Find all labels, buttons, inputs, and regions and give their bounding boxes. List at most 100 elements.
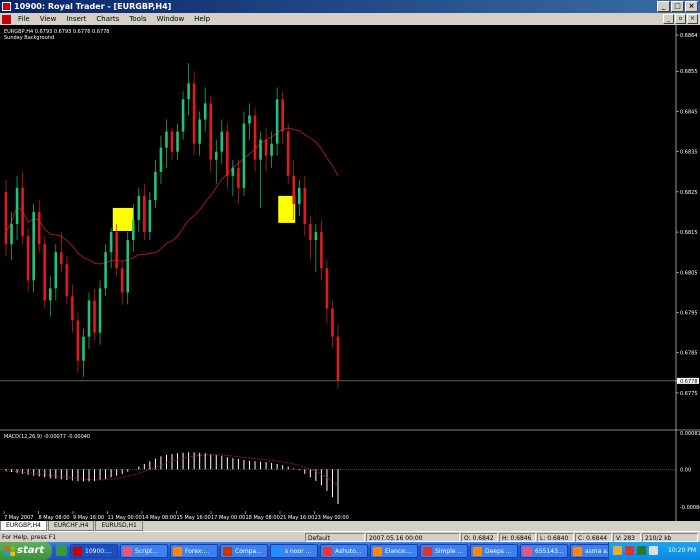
status-bar: For Help, press F1 Default 2007.05.16 00… (0, 531, 700, 542)
candle-body (32, 211, 35, 281)
candle-body (126, 240, 130, 293)
price-tick-label: 0.6835 (680, 150, 698, 156)
quicklaunch-desktop-icon[interactable] (56, 545, 67, 556)
chart-window-icon[interactable] (2, 14, 11, 24)
candle-body (159, 147, 163, 172)
taskbar-button[interactable]: Ashuto... (320, 544, 368, 558)
candle-body (54, 252, 58, 289)
candle-body (309, 224, 312, 241)
candle-body (176, 131, 179, 152)
candle-body (131, 220, 135, 241)
taskbar-app-icon (273, 547, 282, 556)
candle-body (10, 224, 13, 245)
status-time: 2007.05.16 00:00 (366, 533, 460, 542)
candle-body (275, 99, 279, 144)
taskbar-button-label: 10900:... (85, 548, 112, 555)
taskbar-button[interactable]: Elance:... (370, 544, 418, 558)
price-tick-label: 0.6795 (680, 311, 698, 317)
window-title: 10900: Royal Trader - [EURGBP,H4] (14, 2, 172, 11)
app-icon (2, 2, 11, 11)
chart-area[interactable]: EURGBP,H4 0.6793 0.6793 0.6776 0.6778 Su… (0, 25, 700, 521)
candle-body (65, 264, 69, 297)
indicator-label: Sunday Background (4, 35, 54, 41)
taskbar-app-icon (123, 547, 132, 556)
menu-file[interactable]: File (13, 13, 35, 25)
child-restore-button[interactable]: ▫ (675, 14, 686, 24)
taskbar-button[interactable]: 10900:... (70, 544, 118, 558)
taskbar-button[interactable]: s noor ... (270, 544, 318, 558)
menu-charts[interactable]: Charts (91, 13, 124, 25)
status-volume: V: 283 (613, 533, 641, 542)
taskbar-app-icon (523, 547, 532, 556)
candle-body (259, 139, 262, 160)
menu-tools[interactable]: Tools (124, 13, 151, 25)
start-button[interactable]: start (0, 542, 52, 560)
candle-body (143, 195, 146, 233)
menu-view[interactable]: View (35, 13, 62, 25)
candle-body (242, 123, 246, 188)
candle-body (198, 119, 201, 144)
price-tick-label: 0.6864 (680, 33, 698, 39)
taskbar-button[interactable]: Script... (120, 544, 168, 558)
taskbar-button-label: Ashuto... (335, 548, 362, 555)
taskbar-button[interactable]: 655143... (520, 544, 568, 558)
macd-tick-label: 0.00081 (680, 431, 700, 437)
price-tick-label: 0.6855 (680, 69, 698, 75)
status-open: O: 0.6842 (461, 533, 498, 542)
candle-body (43, 244, 47, 301)
price-tick-label: 0.6845 (680, 109, 698, 115)
taskbar-button[interactable]: Deeps ... (470, 544, 518, 558)
child-close-button[interactable]: × (687, 14, 698, 24)
windows-logo-icon (5, 546, 15, 556)
taskbar-button-label: Compa... (235, 548, 262, 555)
tab-eurgbp-h4[interactable]: EURGBP,H4 (0, 521, 47, 531)
candle-body (120, 268, 124, 293)
tray-app-icon[interactable] (637, 546, 646, 555)
tray-security-icon[interactable] (625, 546, 634, 555)
taskbar-app-icon (173, 547, 182, 556)
clock: 10:20 PM (668, 547, 696, 554)
candle-body (231, 167, 235, 176)
taskbar-button[interactable]: Compa... (220, 544, 268, 558)
tray-volume-icon[interactable] (649, 546, 658, 555)
candle-body (170, 131, 174, 152)
candle-body (165, 131, 168, 148)
candle-body (336, 336, 340, 381)
taskbar-button-label: 655143... (535, 548, 564, 555)
tab-eurusd-h1[interactable]: EURUSD,H1 (95, 521, 143, 531)
chart-tabs: EURGBP,H4 EURCHF,H4 EURUSD,H1 (0, 521, 700, 531)
candle-body (154, 171, 157, 200)
maximize-button[interactable]: □ (671, 1, 684, 12)
price-tick-label: 0.6815 (680, 230, 698, 236)
candle-body (325, 268, 329, 309)
menu-insert[interactable]: Insert (61, 13, 91, 25)
menu-help[interactable]: Help (189, 13, 215, 25)
candle-body (209, 103, 213, 160)
candle-body (314, 232, 318, 241)
tab-eurchf-h4[interactable]: EURCHF,H4 (47, 521, 95, 531)
child-minimize-button[interactable]: _ (663, 14, 674, 24)
candle-body (331, 308, 334, 337)
taskbar-button[interactable]: Simple ... (420, 544, 468, 558)
taskbar-app-icon (473, 547, 482, 556)
candle-body (192, 83, 196, 144)
taskbar-app-icon (573, 547, 582, 556)
price-tick-label: 0.6778 (680, 379, 698, 385)
candle-body (270, 143, 273, 156)
candle-body (37, 211, 41, 245)
taskbar-button-label: Deeps ... (485, 548, 512, 555)
close-button[interactable]: × (685, 1, 698, 12)
candle-body (237, 167, 240, 188)
taskbar-button-label: Elance:... (385, 548, 413, 555)
taskbar-button-label: Forex:... (185, 548, 210, 555)
menu-window[interactable]: Window (152, 13, 190, 25)
candle-body (21, 187, 24, 237)
minimize-button[interactable]: _ (657, 1, 670, 12)
candle-body (214, 151, 218, 160)
candle-body (104, 252, 107, 289)
candle-body (297, 187, 301, 204)
price-tick-label: 0.6825 (680, 190, 698, 196)
tray-network-icon[interactable] (613, 546, 622, 555)
status-low: L: 0.6840 (537, 533, 574, 542)
taskbar-button[interactable]: Forex:... (170, 544, 218, 558)
